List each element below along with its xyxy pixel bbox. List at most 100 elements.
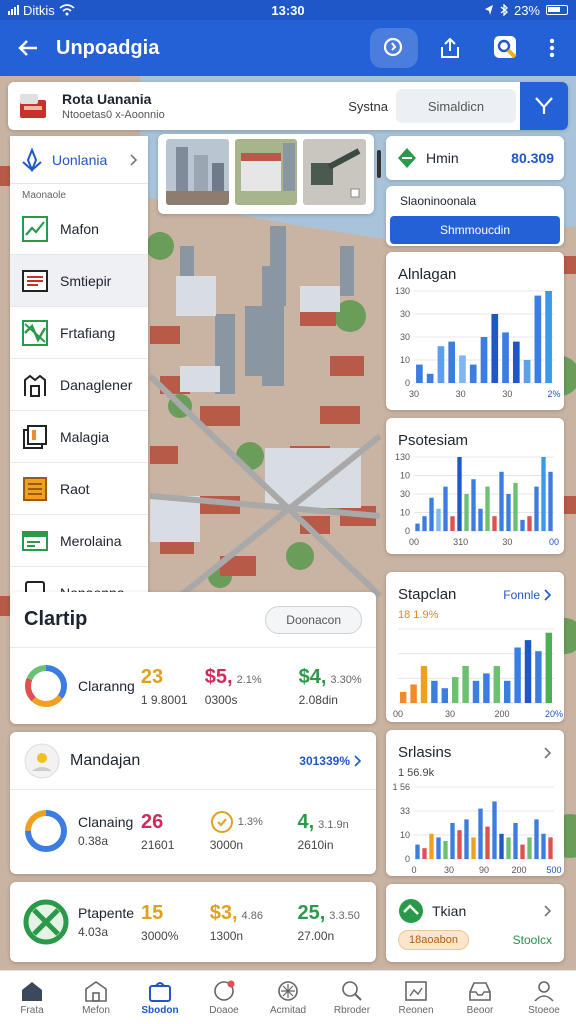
chevron-right-icon [354, 754, 362, 767]
nav-label: Frata [20, 1004, 44, 1016]
share-button[interactable] [426, 28, 474, 68]
chart-bar [478, 808, 483, 859]
chart-bar [492, 516, 497, 531]
chart-bar [422, 516, 427, 531]
y-tick-label: 0 [405, 378, 410, 388]
chart-panel-3: Stapclan Fonnle 18 1.9% 00 30 200 20% [386, 572, 564, 722]
thumbnail-city[interactable] [166, 139, 229, 205]
sidebar-section-title: Maonaole [22, 190, 66, 201]
location-icon [484, 5, 493, 15]
chart-bar [471, 479, 476, 531]
nav-item-store[interactable]: Mefon [64, 971, 128, 1024]
y-tick-label: 0 [405, 854, 410, 864]
chart-bar [422, 848, 427, 859]
thumbnail-object[interactable] [303, 139, 367, 205]
more-button[interactable] [538, 28, 566, 68]
search-card: Rota Uanania Ntooetas0 x-Aoonnio Systna … [8, 82, 568, 130]
chart-bar [399, 691, 407, 703]
lens-button[interactable] [482, 28, 530, 68]
nav-label: Doaoe [209, 1004, 239, 1016]
status-time: 13:30 [271, 2, 305, 18]
chart-bar [548, 837, 553, 859]
chart-bar [492, 801, 497, 859]
y-tick-label: 130 [395, 452, 410, 462]
chart-bar [410, 684, 417, 703]
back-button[interactable] [0, 20, 56, 76]
sidebar-item[interactable]: Raot [10, 463, 148, 515]
manage-title: Mandajan [70, 751, 141, 769]
summary-label: Hmin [426, 150, 459, 166]
chevron-right-icon[interactable] [544, 746, 552, 759]
chart-3-link[interactable]: Fonnle [503, 588, 540, 602]
panel-resize-handle[interactable] [377, 150, 381, 178]
overview-sub-3: 2.08din [298, 692, 338, 707]
manage-link[interactable]: 301339% [299, 754, 350, 768]
chart-bar [503, 680, 511, 703]
green-x-chart-icon [23, 899, 69, 945]
chart-bar [437, 346, 445, 383]
overview-action-button[interactable]: Doonacon [265, 605, 362, 634]
filter-button[interactable] [520, 82, 568, 130]
nav-item-home[interactable]: Frata [0, 971, 64, 1024]
thumbnail-building[interactable] [234, 139, 298, 205]
chart-bar [534, 819, 539, 859]
manage-value-3: 4, [297, 810, 315, 833]
sidebar-item-label: Malagia [60, 428, 110, 445]
overview-delta-2: 2.1% [236, 673, 262, 686]
y-tick-label: 0 [405, 526, 410, 536]
progress-value-3: 25, [297, 901, 326, 924]
nav-label: Rbroder [333, 1004, 371, 1016]
summary-chip[interactable]: Hmin 80.309 [386, 136, 564, 180]
overview-sub-1: 1 9.8001 [140, 692, 188, 707]
chart-bar [520, 519, 525, 531]
sidebar-item-label: Raot [60, 480, 90, 497]
chart-bar [545, 632, 553, 703]
overview-value-2: $5, [204, 665, 233, 688]
chart-bar [493, 666, 501, 703]
x-tick-label: 30 [502, 537, 512, 547]
sidebar-item[interactable]: Malagia [10, 411, 148, 463]
chart-bar [420, 666, 428, 703]
chart-1: 130303010030 30 30 2% [395, 286, 561, 399]
overview-value-3: $4, [298, 665, 327, 688]
progress-metric-sublabel: 4.03a [78, 925, 109, 939]
x-tick-label: 0 [411, 865, 416, 875]
chart-bar [441, 688, 449, 703]
x-tick-label: 2% [547, 389, 560, 399]
chart-bar [499, 833, 504, 859]
chart-panel-4: Srlasins 1 56.9k 1 56 33 10 0 0 30 90 200 500 [386, 730, 564, 876]
sidebar-item[interactable]: Merolaina [10, 515, 148, 567]
tag-link[interactable]: Stoolcx [513, 933, 552, 947]
chart-bar [471, 837, 476, 859]
nav-item-bag[interactable]: Sbodon [128, 971, 192, 1024]
chart-bar [523, 360, 531, 383]
sidebar-item-label: Smtiepir [60, 272, 112, 289]
nav-item-search[interactable]: Rbroder [320, 971, 384, 1024]
y-tick-label: 10 [400, 508, 410, 518]
primary-action-button[interactable]: Shmmoucdin [390, 216, 560, 244]
search-button[interactable] [370, 28, 418, 68]
chart-bar [462, 666, 469, 703]
carrier-name: Ditkis [23, 2, 55, 18]
nav-item-inbox[interactable]: Beoor [448, 971, 512, 1024]
search-icon [383, 37, 403, 57]
tag-panel[interactable]: Tkian 18aoabon Stoolcx [386, 884, 564, 962]
nav-item-image[interactable]: Reonen [384, 971, 448, 1024]
sidebar-item[interactable]: Danaglener [10, 359, 148, 411]
sidebar-item[interactable]: Mafon [10, 203, 148, 255]
sidebar-item[interactable]: Frtafiang [10, 307, 148, 359]
sidebar-item[interactable]: Smtiepir [10, 255, 148, 307]
sparkle-icon [276, 980, 300, 1002]
lotus-icon [22, 147, 42, 172]
chart-bar [491, 314, 499, 383]
x-tick-label: 90 [479, 865, 489, 875]
nav-item-chat[interactable]: Doaoe [192, 971, 256, 1024]
nav-item-user[interactable]: Stoeoe [512, 971, 576, 1024]
manage-sub-1: 21601 [141, 837, 175, 852]
nav-item-sparkle[interactable]: Acmitad [256, 971, 320, 1024]
share-icon [441, 37, 459, 58]
chart-3-title: Stapclan [398, 586, 457, 603]
search-input[interactable]: Simaldicn [396, 89, 516, 123]
trend-chart-icon [22, 215, 48, 242]
sidebar-header[interactable]: Uonlania [10, 136, 148, 184]
